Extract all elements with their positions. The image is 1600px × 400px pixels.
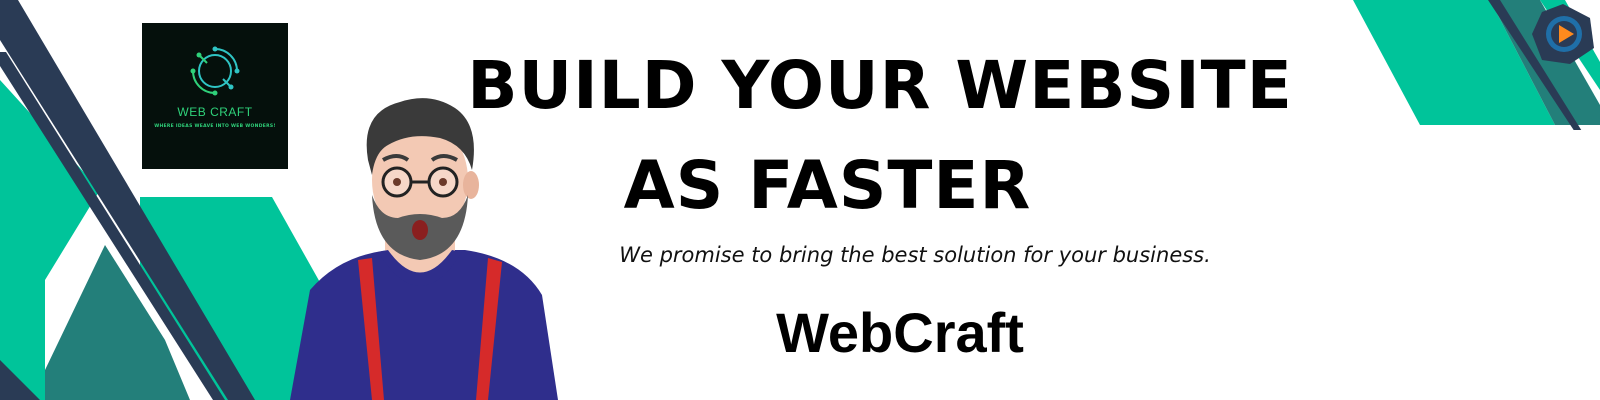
circuit-emblem-icon	[190, 46, 240, 96]
tagline: We promise to bring the best solution fo…	[619, 243, 1211, 267]
headline-line-2: AS FASTER	[623, 147, 1032, 224]
headline-line-1: BUILD YOUR WEBSITE	[467, 47, 1293, 124]
headline: BUILD YOUR WEBSITE AS FASTER	[420, 36, 1340, 236]
brand-name: WebCraft	[776, 301, 1024, 364]
logo-tagline: WHERE IDEAS WEAVE INTO WEB WONDERS!	[154, 124, 276, 129]
play-badge-icon[interactable]	[1528, 2, 1598, 66]
brand-logo: WEB CRAFT WHERE IDEAS WEAVE INTO WEB WON…	[142, 23, 288, 169]
logo-name: WEB CRAFT	[177, 105, 253, 119]
banner: WEB CRAFT WHERE IDEAS WEAVE INTO WEB WON…	[0, 0, 1600, 400]
